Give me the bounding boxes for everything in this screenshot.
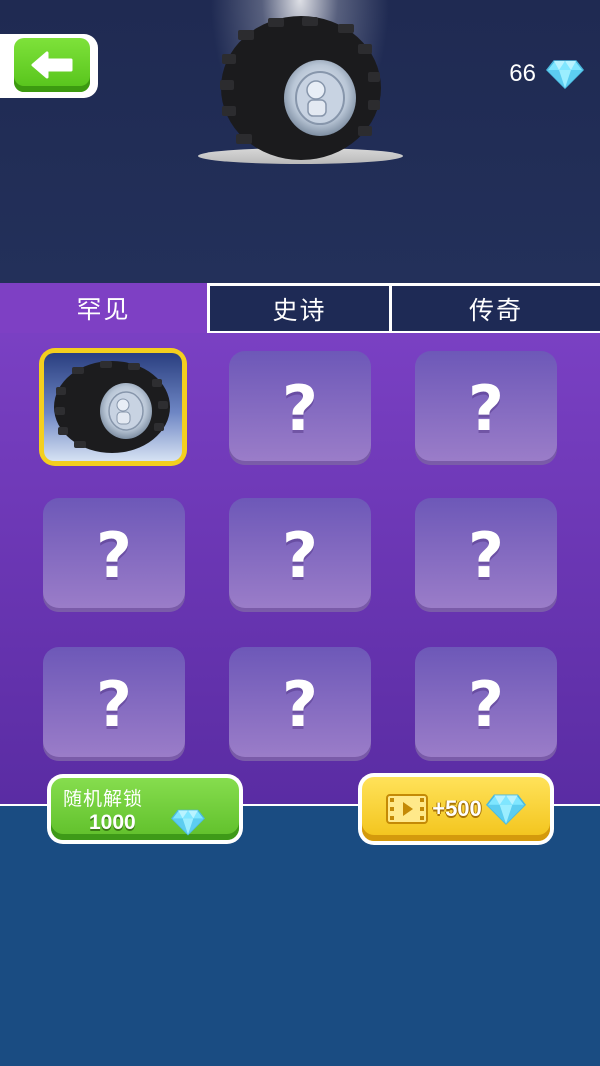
skin-grid-panel: ? ? ? ? ? ? ? ? bbox=[0, 333, 600, 806]
random-unlock-label: 随机解锁 bbox=[63, 788, 144, 810]
locked-question-mark: ? bbox=[468, 667, 504, 741]
gem-counter: 66 bbox=[509, 56, 584, 92]
tab-epic[interactable]: 史诗 bbox=[210, 286, 389, 331]
skin-slot-locked[interactable]: ? bbox=[415, 498, 557, 612]
back-button-face[interactable] bbox=[14, 38, 90, 92]
diamond-icon bbox=[485, 794, 526, 825]
gem-count: 66 bbox=[509, 60, 536, 87]
locked-question-mark: ? bbox=[96, 518, 132, 592]
skin-slot-locked[interactable]: ? bbox=[43, 498, 185, 612]
skin-slot-selected[interactable] bbox=[39, 348, 187, 466]
locked-question-mark: ? bbox=[468, 518, 504, 592]
locked-question-mark: ? bbox=[468, 371, 504, 445]
random-unlock-button-face[interactable]: 随机解锁 1000 bbox=[51, 778, 239, 840]
locked-question-mark: ? bbox=[282, 667, 318, 741]
skin-slot-locked[interactable]: ? bbox=[415, 351, 557, 465]
skin-slot-locked[interactable]: ? bbox=[415, 647, 557, 761]
tire-icon bbox=[54, 361, 170, 453]
video-reward-amount: +500 bbox=[432, 796, 482, 821]
locked-question-mark: ? bbox=[96, 667, 132, 741]
skin-slot-locked[interactable]: ? bbox=[229, 647, 371, 761]
diamond-icon bbox=[171, 809, 205, 836]
tire-preview-icon bbox=[220, 16, 381, 160]
back-button[interactable] bbox=[0, 34, 98, 98]
locked-question-mark: ? bbox=[282, 518, 318, 592]
skin-slot-locked[interactable]: ? bbox=[229, 498, 371, 612]
skin-slot-preview bbox=[44, 353, 182, 461]
diamond-icon bbox=[546, 60, 584, 89]
rarity-tabs: 罕见 史诗 传奇 bbox=[0, 283, 600, 333]
random-unlock-button[interactable]: 随机解锁 1000 bbox=[47, 774, 243, 844]
locked-question-mark: ? bbox=[282, 371, 318, 445]
random-unlock-price: 1000 bbox=[89, 811, 136, 834]
video-film-icon bbox=[386, 794, 429, 824]
skin-slot-locked[interactable]: ? bbox=[229, 351, 371, 465]
skin-slot-locked[interactable]: ? bbox=[43, 647, 185, 761]
watch-video-reward-button[interactable]: +500 bbox=[358, 773, 554, 845]
arrow-left-icon bbox=[31, 51, 73, 79]
tab-legendary[interactable]: 传奇 bbox=[392, 286, 600, 331]
watch-video-button-face[interactable]: +500 bbox=[362, 777, 550, 841]
tab-rare[interactable]: 罕见 bbox=[0, 283, 207, 333]
